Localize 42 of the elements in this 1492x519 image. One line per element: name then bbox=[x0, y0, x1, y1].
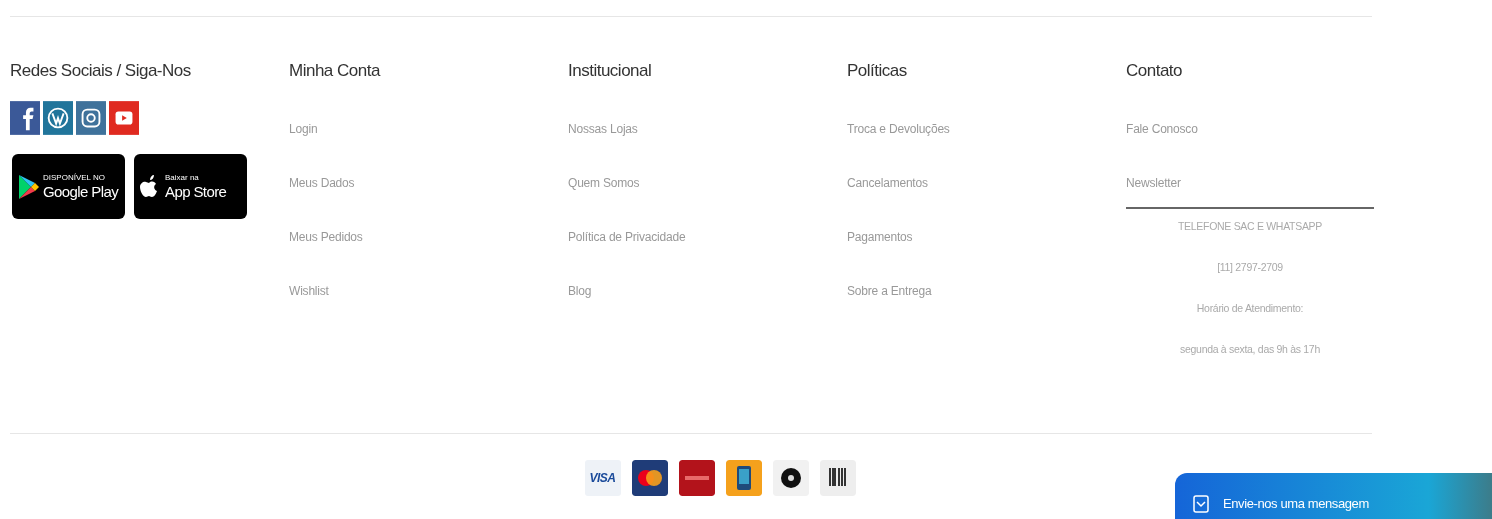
column-heading: Contato bbox=[1126, 60, 1184, 82]
play-triangle-icon bbox=[17, 173, 39, 200]
footer-link[interactable]: Pagamentos bbox=[847, 229, 1126, 245]
footer-link[interactable]: Wishlist bbox=[289, 283, 568, 299]
column-heading: Minha Conta bbox=[289, 60, 382, 82]
google-play-badge[interactable]: DISPONÍVEL NO Google Play bbox=[12, 154, 125, 219]
badge-caption: DISPONÍVEL NO bbox=[43, 173, 106, 183]
footer-link[interactable]: Troca e Devoluções bbox=[847, 121, 1126, 137]
footer-link[interactable]: Nossas Lojas bbox=[568, 121, 847, 137]
wordpress-icon[interactable] bbox=[43, 99, 73, 137]
visa-logo: VISA bbox=[584, 460, 621, 496]
footer-link[interactable]: Meus Dados bbox=[289, 175, 568, 191]
phone-icon bbox=[725, 460, 762, 496]
badge-title: App Store bbox=[165, 183, 227, 200]
footer-link[interactable]: Blog bbox=[568, 283, 847, 299]
contact-info-text: segunda à sexta, das 9h às 17h bbox=[1179, 342, 1321, 356]
youtube-icon[interactable] bbox=[109, 99, 139, 137]
facebook-icon[interactable] bbox=[10, 99, 40, 137]
footer-link[interactable]: Newsletter bbox=[1126, 175, 1374, 191]
chat-button[interactable]: Envie-nos uma mensagem bbox=[1175, 473, 1492, 519]
mastercard-icon bbox=[631, 460, 668, 496]
barcode-icon bbox=[819, 460, 856, 496]
footer-link[interactable]: Quem Somos bbox=[568, 175, 847, 191]
elo-icon bbox=[772, 460, 809, 496]
message-icon bbox=[1193, 495, 1209, 513]
column-heading: Institucional bbox=[568, 60, 653, 82]
contact-info-text: Horário de Atendimento: bbox=[1195, 301, 1305, 315]
column-heading: Políticas bbox=[847, 60, 908, 82]
footer-link[interactable]: Política de Privacidade bbox=[568, 229, 847, 245]
app-store-badge[interactable]: Baixar na App Store bbox=[134, 154, 247, 219]
badge-title: Google Play bbox=[43, 183, 119, 200]
footer-link[interactable]: Login bbox=[289, 121, 568, 137]
footer-link[interactable]: Sobre a Entrega bbox=[847, 283, 1126, 299]
footer-link[interactable]: Cancelamentos bbox=[847, 175, 1126, 191]
column-heading: Redes Sociais / Siga-Nos bbox=[10, 60, 192, 82]
footer-link[interactable]: Fale Conosco bbox=[1126, 121, 1374, 137]
footer-link[interactable]: Meus Pedidos bbox=[289, 229, 568, 245]
badge-caption: Baixar na bbox=[165, 173, 200, 183]
contact-info-text: TELEFONE SAC E WHATSAPP bbox=[1177, 219, 1323, 233]
instagram-icon[interactable] bbox=[76, 99, 106, 137]
hipercard-icon bbox=[678, 460, 715, 496]
contact-info-text: [11] 2797-2709 bbox=[1216, 260, 1284, 274]
